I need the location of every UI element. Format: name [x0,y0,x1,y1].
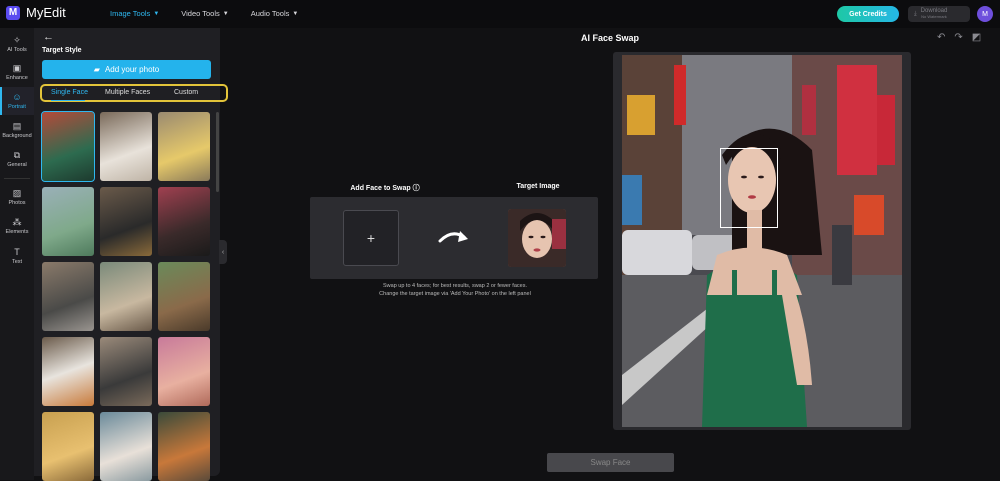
rail-item-background[interactable]: ▤ Background [0,116,34,144]
style-thumbnail[interactable] [100,262,152,331]
active-tab-underline [51,100,85,101]
nav-label: Image Tools [110,9,151,18]
style-thumbnail[interactable] [42,262,94,331]
rail-label: Enhance [6,74,28,81]
elements-icon: ⁂ [12,216,22,227]
back-arrow-icon[interactable]: ← [43,31,54,43]
wand-icon: ✧ [13,34,21,45]
target-style-panel: ← Target Style ▰ Add your photo Single F… [34,28,228,481]
hint-line: Change the target image via 'Add Your Ph… [379,290,531,297]
swap-area: + [310,197,598,279]
tab-single-face[interactable]: Single Face [51,89,88,96]
tool-rail: ✧ AI Tools ▣ Enhance ☺ Portrait ▤ Background… [0,28,34,480]
get-credits-button[interactable]: Get Credits [837,6,899,22]
rail-item-enhance[interactable]: ▣ Enhance [0,58,34,86]
style-thumbnail[interactable] [158,112,210,181]
background-icon: ▤ [12,120,22,131]
style-thumbnail[interactable] [42,187,94,256]
folder-plus-icon: ▰ [93,65,100,74]
redo-icon[interactable]: ↷ [954,32,962,43]
style-thumbnail[interactable] [158,187,210,256]
target-image-thumbnail [508,209,566,267]
panel-scrollbar[interactable] [216,112,219,192]
undo-icon[interactable]: ↶ [937,32,945,43]
panel-title: Target Style [42,47,82,54]
avatar[interactable]: M [977,6,993,22]
tab-multiple-faces[interactable]: Multiple Faces [105,89,150,96]
top-bar: M MyEdit Image Tools ▼ Video Tools ▼ Audio… [0,0,1000,28]
rail-item-photos[interactable]: ▨ Photos [0,183,34,211]
app-logo[interactable]: M MyEdit [6,5,66,20]
rail-divider [4,178,30,179]
info-icon[interactable]: ⓘ [413,185,420,192]
style-thumbnail[interactable] [158,412,210,481]
style-thumbnail[interactable] [100,412,152,481]
nav-label: Audio Tools [250,9,290,18]
app-name: MyEdit [26,5,66,20]
rail-label: Background [2,132,32,139]
target-image-heading: Target Image [516,183,560,190]
rail-item-elements[interactable]: ⁂ Elements [0,212,34,240]
target-photo [622,55,902,427]
rail-item-ai-tools[interactable]: ✧ AI Tools [0,30,34,58]
rail-label: General [7,161,27,168]
nav-label: Video Tools [181,9,220,18]
download-sub-label: No Watermark [921,14,947,19]
collapse-panel-handle[interactable]: ‹ [219,240,227,264]
nav-video-tools[interactable]: Video Tools ▼ [181,9,228,18]
portrait-icon: ☺ [12,91,22,102]
swap-arrow-icon [438,231,468,243]
page-title: AI Face Swap [580,33,640,43]
rail-item-general[interactable]: ⧉ General [0,145,34,173]
history-toolbar: ↶ ↷ ◩ [937,32,981,43]
swap-face-button[interactable]: Swap Face [547,453,674,472]
style-thumbnail[interactable] [158,337,210,406]
style-thumbnail[interactable] [158,262,210,331]
tab-custom[interactable]: Custom [174,89,198,96]
rail-label: Portrait [8,103,26,110]
image-enhance-icon: ▣ [12,62,22,73]
main-nav: Image Tools ▼ Video Tools ▼ Audio Tools ▼ [110,9,298,18]
add-face-label: Add Face to Swap [350,185,411,192]
logo-mark: M [6,5,20,20]
compare-icon[interactable]: ◩ [972,32,981,43]
download-icon: ⤓ [914,10,917,17]
chevron-down-icon: ▼ [153,10,160,17]
style-thumbnail[interactable] [41,111,95,182]
chevron-down-icon: ▼ [292,10,299,17]
download-button[interactable]: ⤓ Download No Watermark [908,6,970,22]
add-photo-label: Add your photo [104,65,160,74]
text-icon: T [14,246,20,257]
add-photo-button[interactable]: ▰ Add your photo [42,60,211,79]
rail-item-text[interactable]: T Text [0,242,34,270]
add-face-heading: Add Face to Swap ⓘ [310,183,460,193]
rail-label: Text [11,258,23,265]
rail-item-portrait[interactable]: ☺ Portrait [0,87,34,115]
nav-audio-tools[interactable]: Audio Tools ▼ [251,9,299,18]
nav-image-tools[interactable]: Image Tools ▼ [110,9,159,18]
add-face-button[interactable]: + [343,210,399,266]
general-icon: ⧉ [13,149,21,160]
image-canvas [613,52,911,430]
face-mode-tabs: Single Face Multiple Faces Custom [40,84,228,102]
detected-face-box[interactable] [720,148,778,228]
swap-hint: Swap up to 4 faces; for best results, sw… [330,283,580,298]
rail-label: AI Tools [7,46,27,53]
plus-icon: + [366,230,376,246]
style-thumbnail[interactable] [100,112,152,181]
chevron-down-icon: ▼ [222,10,229,17]
rail-label: Photos [8,199,26,206]
style-thumbnail[interactable] [100,337,152,406]
style-thumbnail[interactable] [100,187,152,256]
style-thumbnail[interactable] [42,337,94,406]
photos-icon: ▨ [12,187,22,198]
rail-label: Elements [5,228,29,235]
chevron-left-icon: ‹ [221,248,225,256]
hint-line: Swap up to 4 faces; for best results, sw… [383,283,527,289]
style-thumbnail[interactable] [42,412,94,481]
